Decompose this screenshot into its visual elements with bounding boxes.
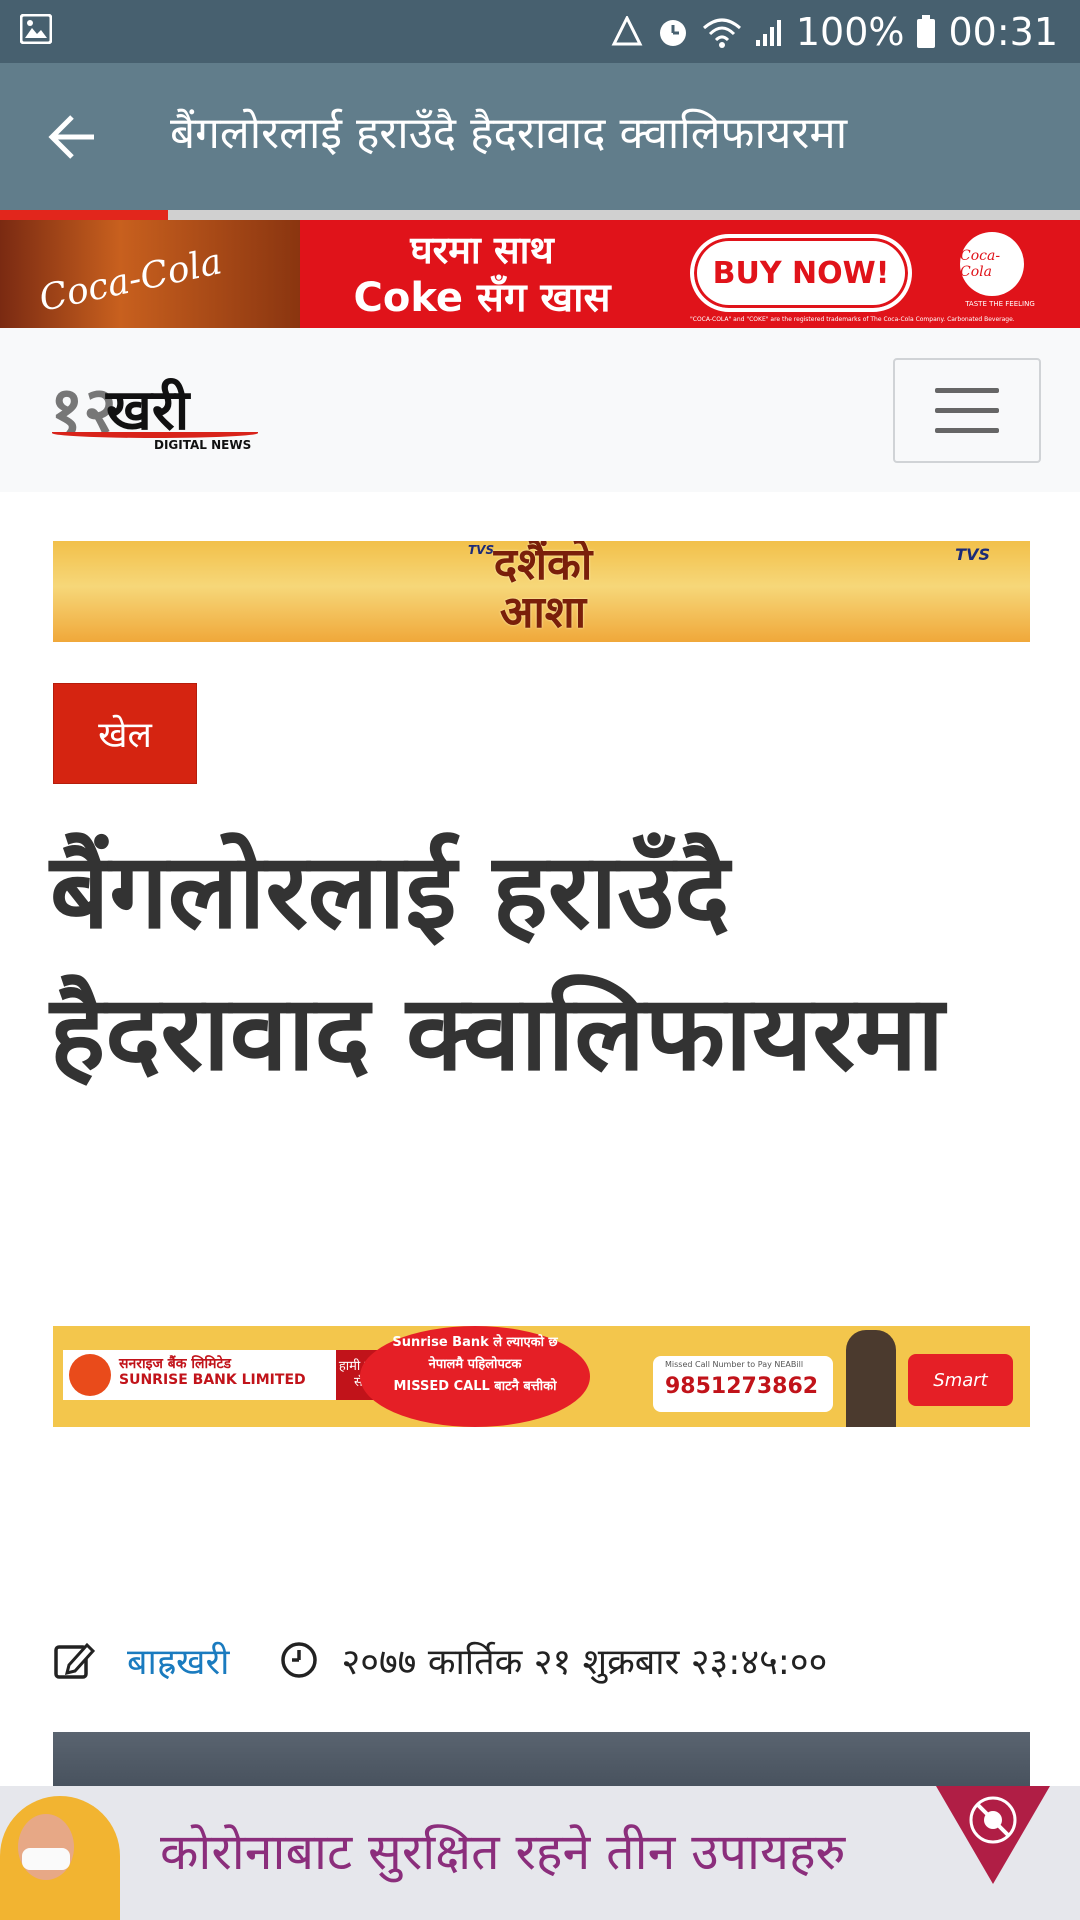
coke-disclaimer: "COCA-COLA" and "COKE" are the registere… [690,316,1015,323]
recycle-icon [611,16,643,46]
back-arrow-icon[interactable] [46,111,98,163]
status-bar: 100% 00:31 [0,0,1080,63]
sunrise-promo-text: Sunrise Bank ले ल्याएको छ नेपालमै पहिलोप… [360,1326,590,1427]
coke-ad-line1: घरमा साथ [410,228,554,272]
alarm-icon [659,20,686,46]
man-illustration [846,1330,896,1427]
wifi-icon [702,18,741,48]
category-badge[interactable]: खेल [53,683,197,784]
promo-line2: नेपालमै पहिलोपटक [428,1357,522,1372]
logo-swoosh [52,428,258,438]
tvs-brand: TVS [955,545,990,564]
promo-line3: MISSED CALL बाटनै बत्तीको [393,1379,557,1394]
corona-ad-text: कोरोनाबाट सुरक्षित रहने तीन उपायहरु [160,1823,846,1881]
tvs-ad-banner[interactable]: TVS दशैंको आशा TVS [53,541,1030,642]
mask-shape [22,1848,70,1870]
app-bar: बैंगलोरलाई हराउँदै हैदरावाद क्वालिफायरमा [0,63,1080,210]
bank-name-np: सनराइज बैंक लिमिटेड [119,1356,232,1372]
image-notification-icon [20,14,52,44]
coke-logo: Coca-Cola [35,241,226,320]
sunrise-bank-logo-block: सनराइज बैंक लिमिटेड SUNRISE BANK LIMITED… [63,1350,388,1400]
bank-name-en: SUNRISE BANK LIMITED [119,1372,306,1388]
publish-date: २०७७ कार्तिक २१ शुक्रबार २३:४५:०० [341,1641,828,1683]
woman-with-mask-image [0,1796,120,1920]
coke-glass-image: Coca-Cola [0,220,300,328]
buy-now-button[interactable]: BUY NOW! [690,234,912,312]
promo-line1: Sunrise Bank ले ल्याएको छ [392,1335,558,1350]
article-headline: बैंगलोरलाई हराउँदै हैदरावाद क्वालिफायरमा [50,830,945,1094]
battery-icon [917,15,936,48]
article-meta: बाह्रखरी २०७७ कार्तिक २१ शुक्रबार २३:४५:… [53,1632,827,1688]
menu-bar-icon [935,388,999,393]
missed-call-caption: Missed Call Number to Pay NEABill [665,1360,804,1369]
sunrise-bank-ad-banner[interactable]: सनराइज बैंक लिमिटेड SUNRISE BANK LIMITED… [53,1326,1030,1427]
hamburger-menu-button[interactable] [893,358,1041,463]
tvs-ad-title: दशैंको आशा [493,541,593,638]
menu-bar-icon [935,408,999,413]
status-time: 00:31 [948,10,1058,54]
logo-subtitle: DIGITAL NEWS [154,438,252,452]
progress-fill [0,210,168,220]
signal-icon [755,20,781,46]
clock-icon [280,1642,317,1678]
corona-ad-banner[interactable]: कोरोनाबाट सुरक्षित रहने तीन उपायहरु [0,1786,1080,1920]
edit-icon [54,1642,95,1679]
menu-bar-icon [935,428,999,433]
author-link[interactable]: बाह्रखरी [127,1636,230,1685]
coke-ad-line2: Coke सँग खास [353,275,611,321]
smart-banking-badge: Smart [908,1354,1013,1406]
page-load-progress [0,210,1080,220]
coke-disc-logo: Coca-Cola [960,232,1024,296]
coke-ad-banner[interactable]: Coca-Cola घरमा साथ Coke सँग खास BUY NOW!… [0,220,1080,328]
virus-warning-icon [936,1786,1050,1884]
coke-tagline: TASTE THE FEELING [965,300,1035,308]
missed-call-number-box: Missed Call Number to Pay NEABill 985127… [653,1356,833,1412]
battery-percent: 100% [795,10,905,54]
sun-logo-icon [69,1354,111,1396]
site-logo[interactable]: १२ खरी DIGITAL NEWS [50,368,260,458]
app-bar-title: बैंगलोरलाई हराउँदै हैदरावाद क्वालिफायरमा [170,108,848,159]
coke-ad-headline: घरमा साथ Coke सँग खास [322,226,642,322]
face-shape [18,1814,74,1880]
missed-call-number: 9851273862 [665,1374,819,1399]
